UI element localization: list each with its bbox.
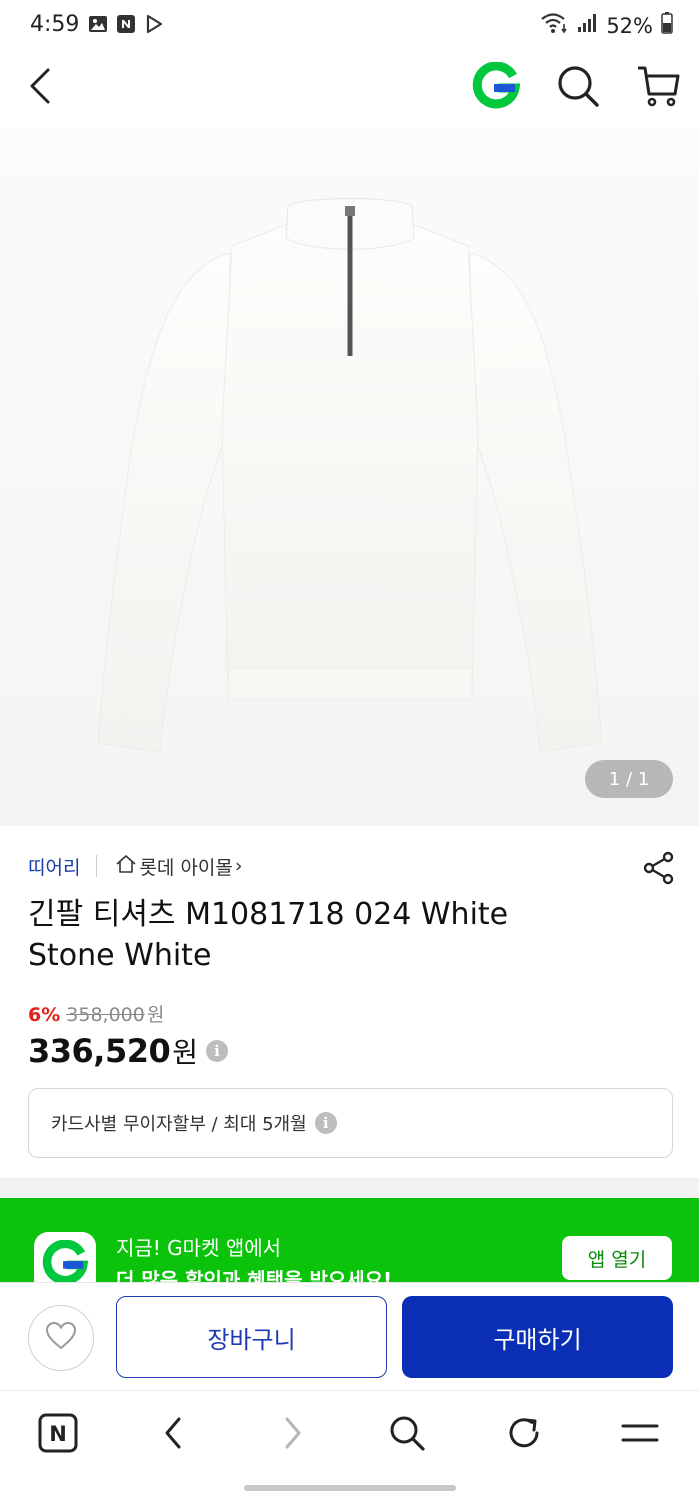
- gmarket-app-icon: [34, 1232, 96, 1282]
- shop-link[interactable]: 롯데 아이몰 ›: [115, 853, 243, 880]
- browser-nav-bar: N: [0, 1390, 699, 1500]
- banner-line1: 지금! G마켓 앱에서: [116, 1236, 282, 1260]
- gesture-home-bar[interactable]: [244, 1485, 456, 1491]
- signal-icon: [576, 12, 598, 39]
- add-to-cart-button[interactable]: 장바구니: [116, 1296, 387, 1378]
- gmarket-logo-icon[interactable]: [472, 61, 521, 110]
- cart-icon[interactable]: [634, 62, 682, 110]
- top-app-bar: [0, 52, 699, 128]
- wishlist-button[interactable]: [28, 1305, 94, 1371]
- purchase-bar: 장바구니 구매하기: [0, 1282, 699, 1390]
- battery-percent: 52%: [606, 13, 653, 38]
- installment-box[interactable]: 카드사별 무이자할부 / 최대 5개월 i: [28, 1088, 673, 1158]
- browser-search-icon[interactable]: [385, 1411, 429, 1455]
- discount-rate: 6%: [28, 1004, 61, 1026]
- final-price-row: 336,520 원 i: [28, 1031, 229, 1071]
- discount-row: 6% 358,000 원: [28, 1000, 228, 1027]
- status-time: 4:59: [30, 12, 80, 37]
- app-promo-banner[interactable]: 지금! G마켓 앱에서 더 많은 할인과 혜택을 받으세요! 앱 열기: [0, 1198, 699, 1282]
- back-icon[interactable]: [24, 64, 60, 108]
- chevron-right-icon: ›: [234, 855, 243, 877]
- shop-name: 롯데 아이몰: [139, 856, 233, 879]
- divider: [96, 855, 98, 877]
- naver-app-icon: [116, 14, 136, 34]
- naver-home-letter: N: [49, 1422, 67, 1446]
- status-notification-icons: [88, 14, 164, 34]
- price-area: 6% 358,000 원 336,520 원 i: [28, 1000, 229, 1071]
- section-divider: [0, 1178, 699, 1198]
- original-price-won: 원: [146, 1004, 165, 1026]
- status-right: 52%: [540, 12, 673, 39]
- seller-link[interactable]: 띠어리: [28, 853, 80, 880]
- battery-icon: [661, 12, 673, 39]
- banner-line2: 더 많은 할인과 혜택을 받으세요!: [116, 1268, 393, 1282]
- open-app-button[interactable]: 앱 열기: [562, 1236, 672, 1280]
- browser-forward-icon[interactable]: [270, 1411, 314, 1455]
- installment-info-icon[interactable]: i: [314, 1112, 337, 1134]
- home-icon: [115, 853, 137, 880]
- installment-text: 카드사별 무이자할부 / 최대 5개월: [51, 1114, 307, 1135]
- original-price: 358,000: [66, 1004, 145, 1026]
- menu-icon[interactable]: [618, 1411, 662, 1455]
- final-price: 336,520: [28, 1032, 171, 1070]
- product-image-carousel[interactable]: 1 / 1: [0, 128, 699, 826]
- product-title-line2: Stone White: [28, 938, 212, 973]
- play-icon: [144, 14, 164, 34]
- final-price-won: 원: [172, 1036, 199, 1069]
- gallery-icon: [88, 14, 108, 34]
- buy-now-button[interactable]: 구매하기: [402, 1296, 673, 1378]
- price-info-icon[interactable]: i: [206, 1040, 229, 1062]
- status-bar: 4:59 52%: [0, 0, 699, 52]
- browser-back-icon[interactable]: [152, 1411, 196, 1455]
- refresh-icon[interactable]: [502, 1411, 546, 1455]
- naver-home-icon[interactable]: N: [36, 1411, 80, 1455]
- image-pager: 1 / 1: [585, 760, 673, 798]
- product-title: 긴팔 티셔츠 M1081718 024 White Stone White: [28, 894, 668, 976]
- product-title-line1: 긴팔 티셔츠 M1081718 024 White: [28, 897, 509, 932]
- search-icon[interactable]: [554, 62, 602, 110]
- seller-row: 띠어리 롯데 아이몰 ›: [28, 848, 678, 884]
- share-icon[interactable]: [641, 850, 677, 886]
- wifi-icon: [540, 12, 568, 39]
- product-image: [97, 198, 603, 753]
- heart-icon: [45, 1321, 77, 1355]
